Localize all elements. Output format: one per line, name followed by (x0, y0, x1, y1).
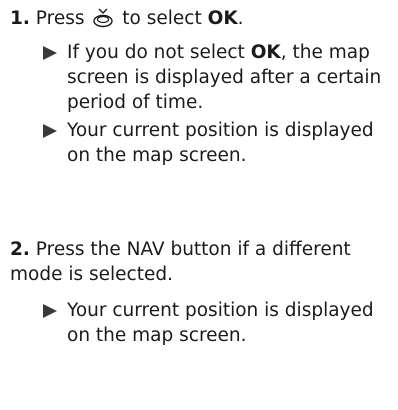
step-1: 1. Press to select OK. (10, 6, 392, 36)
result-arrow-icon (43, 124, 57, 138)
step-number: 1. (10, 8, 30, 29)
step-2-result-1: Your current position is displayed on th… (43, 298, 392, 348)
ok-label: OK (207, 8, 238, 29)
step-text-to-select: to select (122, 8, 202, 29)
result-text: Your current position is displayed on th… (67, 300, 374, 346)
ok-label: OK (250, 42, 281, 63)
step-2: 2. Press the NAV button if a different m… (10, 237, 392, 287)
step-number: 2. (10, 239, 30, 260)
result-arrow-icon (43, 46, 57, 60)
result-text: Your current position is displayed on th… (67, 120, 374, 166)
step-1-result-2: Your current position is displayed on th… (43, 118, 392, 168)
step-text-press: Press (35, 8, 85, 29)
interface-dial-press-icon (92, 7, 114, 36)
result-arrow-icon (43, 304, 57, 318)
result-text-pre: If you do not select (67, 42, 251, 63)
step-text: Press the NAV button if a different mode… (10, 239, 351, 285)
step-text-period: . (237, 8, 244, 29)
step-1-result-1: If you do not select OK, the map screen … (43, 40, 392, 115)
